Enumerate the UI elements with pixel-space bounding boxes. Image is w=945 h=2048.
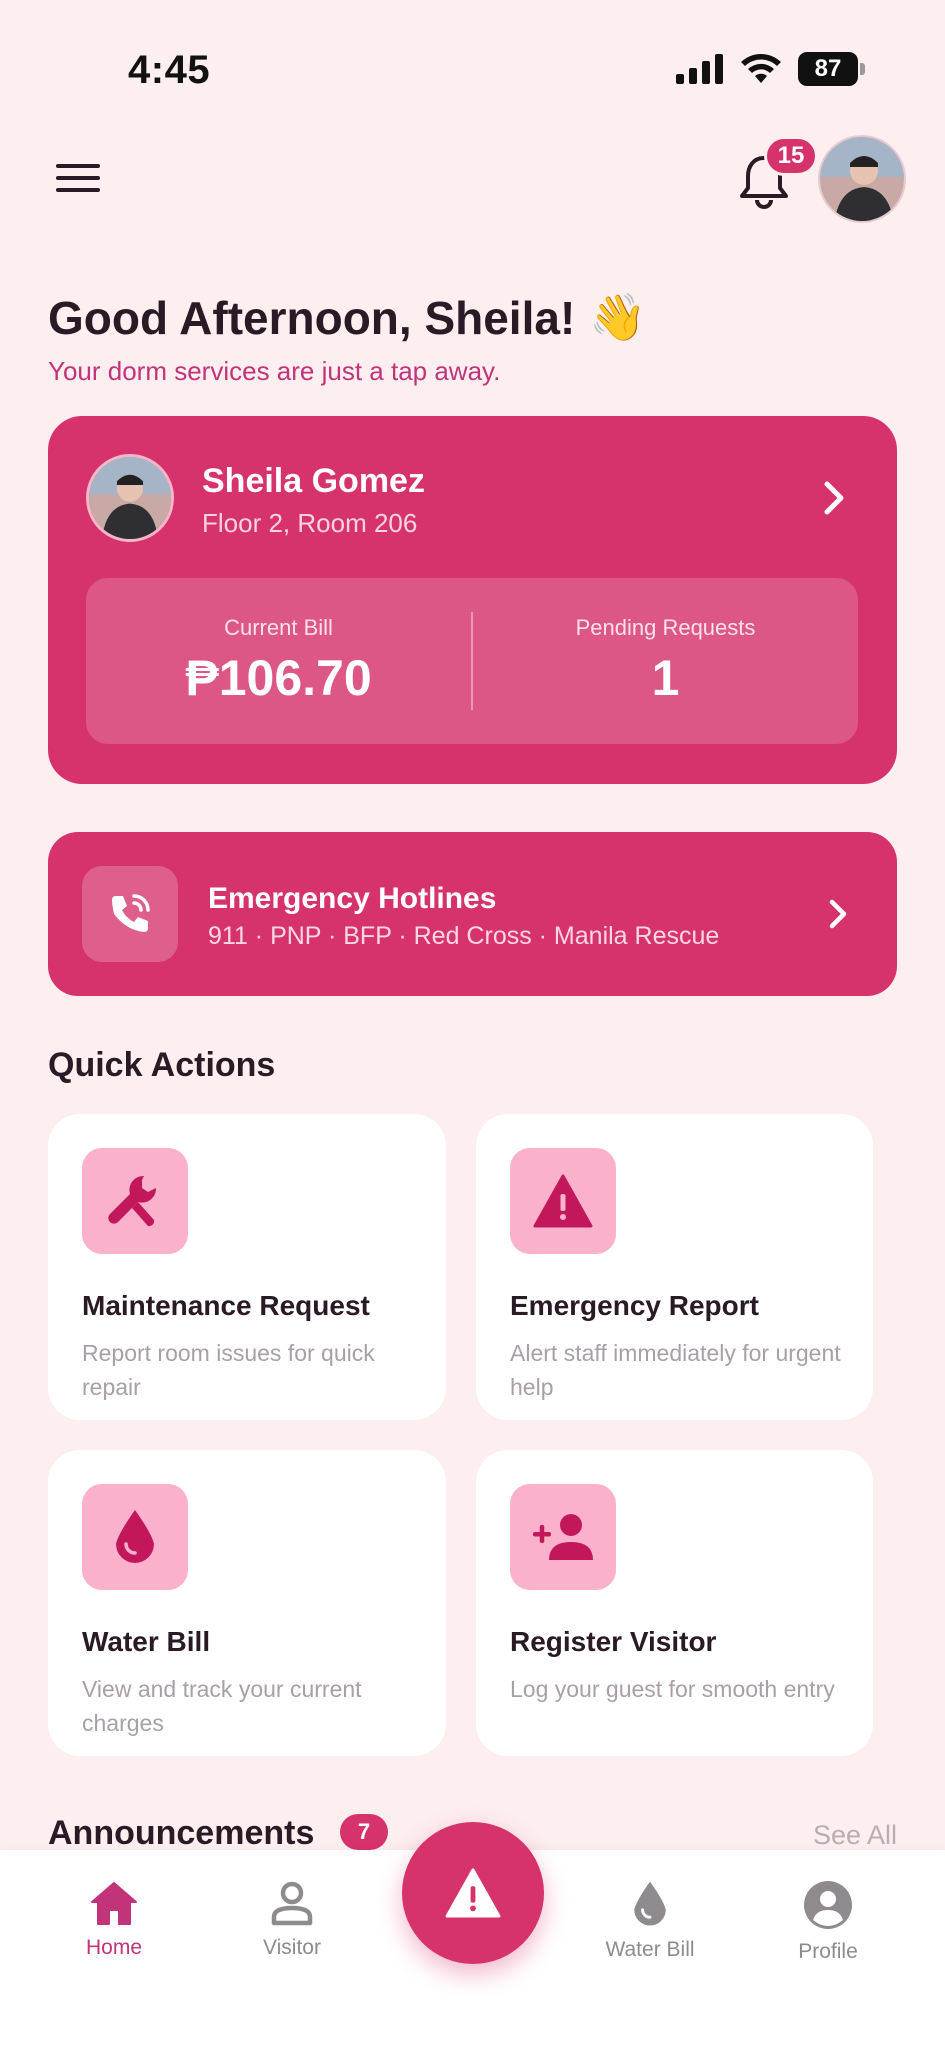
nav-profile[interactable]: Profile	[758, 1880, 898, 1964]
nav-label: Profile	[798, 1940, 858, 1963]
nav-water-bill[interactable]: Water Bill	[580, 1880, 720, 1962]
greeting-subtitle: Your dorm services are just a tap away.	[48, 356, 501, 386]
emergency-report-card[interactable]: Emergency Report Alert staff immediately…	[476, 1114, 873, 1420]
resident-name: Sheila Gomez	[202, 462, 425, 500]
nav-label: Water Bill	[605, 1938, 695, 1961]
pending-requests-stat[interactable]: Pending Requests 1	[473, 578, 858, 744]
wifi-icon	[741, 54, 781, 83]
add-person-icon	[510, 1484, 616, 1590]
maintenance-request-card[interactable]: Maintenance Request Report room issues f…	[48, 1114, 446, 1420]
water-drop-icon	[82, 1484, 188, 1590]
current-bill-stat[interactable]: Current Bill ₱106.70	[86, 578, 471, 744]
water-bill-card[interactable]: Water Bill View and track your current c…	[48, 1450, 446, 1756]
quick-actions-title: Quick Actions	[48, 1046, 276, 1084]
greeting-title: Good Afternoon, Sheila!	[48, 291, 576, 344]
see-all-link[interactable]: See All	[813, 1820, 897, 1851]
phone-icon	[82, 866, 178, 962]
avatar	[86, 454, 174, 542]
announcements-count-badge: 7	[340, 1814, 388, 1850]
action-title: Register Visitor	[510, 1626, 717, 1657]
emergency-hotlines-card[interactable]: Emergency Hotlines 911 · PNP · BFP · Red…	[48, 832, 897, 996]
notification-badge: 15	[764, 136, 818, 176]
status-bar: 4:45 87	[0, 0, 945, 140]
hotlines-numbers: 911 · PNP · BFP · Red Cross · Manila Res…	[208, 922, 720, 950]
menu-button[interactable]	[52, 158, 104, 198]
battery-level: 87	[798, 52, 858, 86]
current-bill-value: ₱106.70	[185, 650, 372, 706]
register-visitor-card[interactable]: Register Visitor Log your guest for smoo…	[476, 1450, 873, 1756]
profile-card[interactable]: Sheila Gomez Floor 2, Room 206 Current B…	[48, 416, 897, 784]
action-description: Report room issues for quick repair	[82, 1340, 375, 1400]
water-drop-icon	[634, 1881, 666, 1926]
wrench-icon	[82, 1148, 188, 1254]
menu-icon	[56, 164, 100, 168]
warning-icon	[510, 1148, 616, 1254]
stats-box: Current Bill ₱106.70 Pending Requests 1	[86, 578, 858, 744]
action-title: Water Bill	[82, 1626, 211, 1657]
profile-icon	[804, 1881, 852, 1929]
action-description: Alert staff immediately for urgent help	[510, 1340, 841, 1400]
greeting: Good Afternoon, Sheila! 👋	[48, 290, 647, 345]
chevron-right-icon	[829, 899, 847, 929]
waving-hand-icon: 👋	[589, 291, 647, 343]
status-icons: 87	[676, 52, 865, 86]
person-icon	[271, 1881, 313, 1926]
pending-requests-value: 1	[651, 650, 680, 706]
action-title: Maintenance Request	[82, 1290, 370, 1321]
battery-indicator: 87	[798, 52, 865, 86]
nav-home[interactable]: Home	[44, 1880, 184, 1960]
emergency-fab-button[interactable]	[402, 1822, 544, 1964]
nav-label: Visitor	[263, 1936, 321, 1959]
signal-icon	[676, 54, 723, 84]
announcements-title: Announcements	[48, 1814, 315, 1852]
hotlines-title: Emergency Hotlines	[208, 882, 497, 915]
current-bill-label: Current Bill	[224, 615, 333, 640]
chevron-right-icon	[824, 481, 844, 515]
resident-room: Floor 2, Room 206	[202, 508, 418, 538]
action-title: Emergency Report	[510, 1290, 759, 1321]
status-time: 4:45	[128, 48, 211, 92]
action-description: Log your guest for smooth entry	[510, 1676, 835, 1702]
pending-requests-label: Pending Requests	[575, 615, 756, 640]
home-icon	[91, 1882, 137, 1925]
avatar[interactable]	[818, 135, 906, 223]
action-description: View and track your current charges	[82, 1676, 362, 1736]
warning-icon	[445, 1868, 501, 1918]
nav-label: Home	[85, 1936, 143, 1959]
nav-visitor[interactable]: Visitor	[222, 1880, 362, 1960]
